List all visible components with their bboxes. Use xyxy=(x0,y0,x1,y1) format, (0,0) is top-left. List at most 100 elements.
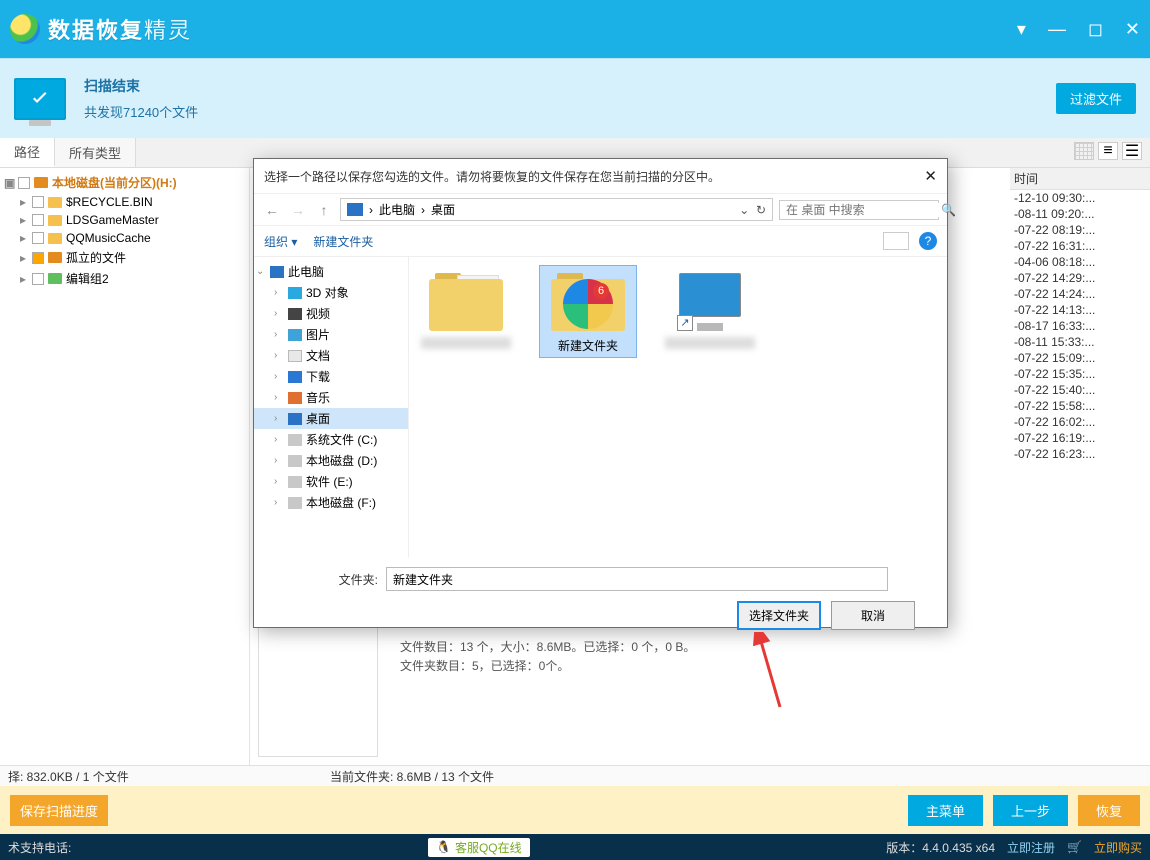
tree-item[interactable]: ▸LDSGameMaster xyxy=(0,211,249,229)
dlg-tree-item[interactable]: ›下载 xyxy=(254,366,408,387)
file-item-pc-shortcut[interactable]: ↗ xyxy=(661,265,759,353)
nav-up-icon[interactable]: ↑ xyxy=(314,202,334,218)
time-row[interactable]: -07-22 15:09:... xyxy=(1010,350,1150,366)
logo-area: 数据恢复精灵 xyxy=(10,13,192,45)
dialog-toolbar: 组织 ▾ 新建文件夹 ? xyxy=(254,226,947,257)
dialog-search-input[interactable] xyxy=(786,203,941,217)
nav-back-icon[interactable]: ← xyxy=(262,202,282,218)
folder-tree: ▣ 本地磁盘(当前分区)(H:) ▸$RECYCLE.BIN ▸LDSGameM… xyxy=(0,168,250,765)
qq-support-badge[interactable]: 🐧客服QQ在线 xyxy=(428,838,530,857)
prev-button[interactable]: 上一步 xyxy=(993,795,1068,826)
time-row[interactable]: -07-22 14:29:... xyxy=(1010,270,1150,286)
scan-count: 共发现71240个文件 xyxy=(84,102,198,121)
dlg-tree-item[interactable]: ›视频 xyxy=(254,303,408,324)
action-bar: 保存扫描进度 主菜单 上一步 恢复 xyxy=(0,786,1150,834)
tree-root[interactable]: ▣ 本地磁盘(当前分区)(H:) xyxy=(0,172,249,193)
dlg-tree-item[interactable]: ›桌面 xyxy=(254,408,408,429)
scan-status: 扫描结束 xyxy=(84,76,198,96)
time-row[interactable]: -07-22 15:40:... xyxy=(1010,382,1150,398)
selected-info: 择: 832.0KB / 1 个文件 xyxy=(8,768,129,785)
version-label: 版本：4.4.0.435 x64 xyxy=(886,839,995,856)
time-row[interactable]: -07-22 16:31:... xyxy=(1010,238,1150,254)
time-row[interactable]: -08-11 09:20:... xyxy=(1010,206,1150,222)
times-header: 时间 xyxy=(1010,168,1150,190)
time-row[interactable]: -07-22 15:58:... xyxy=(1010,398,1150,414)
maximize-icon[interactable]: ◻ xyxy=(1088,19,1103,40)
organize-menu[interactable]: 组织 ▾ xyxy=(264,233,297,250)
dialog-nav: ← → ↑ › 此电脑 › 桌面 ⌄ ↻ 🔍 xyxy=(254,193,947,226)
dlg-tree-item[interactable]: ›3D 对象 xyxy=(254,282,408,303)
tab-all-types[interactable]: 所有类型 xyxy=(55,138,136,167)
time-row[interactable]: -08-11 15:33:... xyxy=(1010,334,1150,350)
view-detail-icon[interactable]: ☰ xyxy=(1122,142,1142,160)
scan-info: 扫描结束 共发现71240个文件 xyxy=(84,76,198,121)
time-row[interactable]: -07-22 14:24:... xyxy=(1010,286,1150,302)
dialog-search-box[interactable]: 🔍 xyxy=(779,200,939,220)
pc-icon xyxy=(347,203,363,216)
current-folder-info: 当前文件夹: 8.6MB / 13 个文件 xyxy=(330,768,494,785)
folder-field-input[interactable] xyxy=(386,567,888,591)
save-path-dialog: 选择一个路径以保存您勾选的文件。请勿将要恢复的文件保存在您当前扫描的分区中。 ✕… xyxy=(253,158,948,628)
breadcrumb[interactable]: › 此电脑 › 桌面 ⌄ ↻ xyxy=(340,198,773,221)
tree-item[interactable]: ▸$RECYCLE.BIN xyxy=(0,193,249,211)
footer: 术支持电话: 🐧客服QQ在线 版本：4.4.0.435 x64 立即注册 🛒 立… xyxy=(0,834,1150,860)
dialog-file-pane[interactable]: 新建文件夹 ↗ xyxy=(409,257,947,557)
time-row[interactable]: -07-22 15:35:... xyxy=(1010,366,1150,382)
dialog-tree: ⌄此电脑 ›3D 对象›视频›图片›文档›下载›音乐›桌面›系统文件 (C:)›… xyxy=(254,257,409,557)
dlg-tree-item[interactable]: ›图片 xyxy=(254,324,408,345)
file-meta: 文件数目：13 个，大小：8.6MB。已选择：0 个，0 B。 文件夹数目：5，… xyxy=(400,638,695,676)
view-list-icon[interactable]: ≡ xyxy=(1098,142,1118,160)
main-menu-button[interactable]: 主菜单 xyxy=(908,795,983,826)
tab-path[interactable]: 路径 xyxy=(0,138,55,167)
time-row[interactable]: -08-17 16:33:... xyxy=(1010,318,1150,334)
time-row[interactable]: -07-22 16:23:... xyxy=(1010,446,1150,462)
dropdown-icon[interactable]: ▾ xyxy=(1017,19,1026,40)
dialog-title: 选择一个路径以保存您勾选的文件。请勿将要恢复的文件保存在您当前扫描的分区中。 xyxy=(264,168,720,185)
header-band: 扫描结束 共发现71240个文件 过滤文件 xyxy=(0,58,1150,138)
titlebar: 数据恢复精灵 ▾ — ◻ ✕ xyxy=(0,0,1150,58)
dialog-close-icon[interactable]: ✕ xyxy=(924,167,937,185)
buy-link[interactable]: 立即购买 xyxy=(1094,839,1142,856)
help-icon[interactable]: ? xyxy=(919,232,937,250)
support-label: 术支持电话: xyxy=(8,839,71,856)
app-logo-icon xyxy=(10,14,40,44)
dlg-tree-item[interactable]: ›本地磁盘 (F:) xyxy=(254,492,408,513)
save-progress-button[interactable]: 保存扫描进度 xyxy=(10,795,108,826)
times-column: 时间 -12-10 09:30:...-08-11 09:20:...-07-2… xyxy=(1010,168,1150,765)
close-icon[interactable]: ✕ xyxy=(1125,19,1140,40)
app-title: 数据恢复精灵 xyxy=(48,13,192,45)
cancel-button[interactable]: 取消 xyxy=(831,601,915,630)
register-link[interactable]: 立即注册 xyxy=(1007,839,1055,856)
time-row[interactable]: -07-22 16:19:... xyxy=(1010,430,1150,446)
select-folder-button[interactable]: 选择文件夹 xyxy=(737,601,821,630)
dlg-tree-item[interactable]: ›本地磁盘 (D:) xyxy=(254,450,408,471)
restore-button[interactable]: 恢复 xyxy=(1078,795,1140,826)
cart-icon: 🛒 xyxy=(1067,840,1082,854)
dlg-tree-item[interactable]: ›软件 (E:) xyxy=(254,471,408,492)
tree-item[interactable]: ▸QQMusicCache xyxy=(0,229,249,247)
view-mode-dropdown[interactable] xyxy=(883,232,909,250)
search-icon[interactable]: 🔍 xyxy=(941,203,956,217)
qq-icon: 🐧 xyxy=(436,840,451,854)
tree-item[interactable]: ▸编辑组2 xyxy=(0,268,249,289)
time-row[interactable]: -07-22 14:13:... xyxy=(1010,302,1150,318)
dlg-tree-item[interactable]: ›音乐 xyxy=(254,387,408,408)
new-folder-button[interactable]: 新建文件夹 xyxy=(313,233,373,250)
minimize-icon[interactable]: — xyxy=(1048,19,1066,40)
time-row[interactable]: -12-10 09:30:... xyxy=(1010,190,1150,206)
view-grid-icon[interactable] xyxy=(1074,142,1094,160)
dlg-tree-pc[interactable]: ⌄此电脑 xyxy=(254,261,408,282)
time-row[interactable]: -07-22 16:02:... xyxy=(1010,414,1150,430)
dlg-tree-item[interactable]: ›文档 xyxy=(254,345,408,366)
folder-field-label: 文件夹: xyxy=(268,571,378,588)
dlg-tree-item[interactable]: ›系统文件 (C:) xyxy=(254,429,408,450)
time-row[interactable]: -04-06 08:18:... xyxy=(1010,254,1150,270)
time-row[interactable]: -07-22 08:19:... xyxy=(1010,222,1150,238)
filter-files-button[interactable]: 过滤文件 xyxy=(1056,83,1136,114)
status-bar-info: 择: 832.0KB / 1 个文件 当前文件夹: 8.6MB / 13 个文件 xyxy=(0,765,1150,786)
tree-item[interactable]: ▸孤立的文件 xyxy=(0,247,249,268)
nav-forward-icon[interactable]: → xyxy=(288,202,308,218)
scan-complete-icon xyxy=(14,78,66,120)
file-item-folder[interactable] xyxy=(417,265,515,353)
file-item-new-folder[interactable]: 新建文件夹 xyxy=(539,265,637,358)
